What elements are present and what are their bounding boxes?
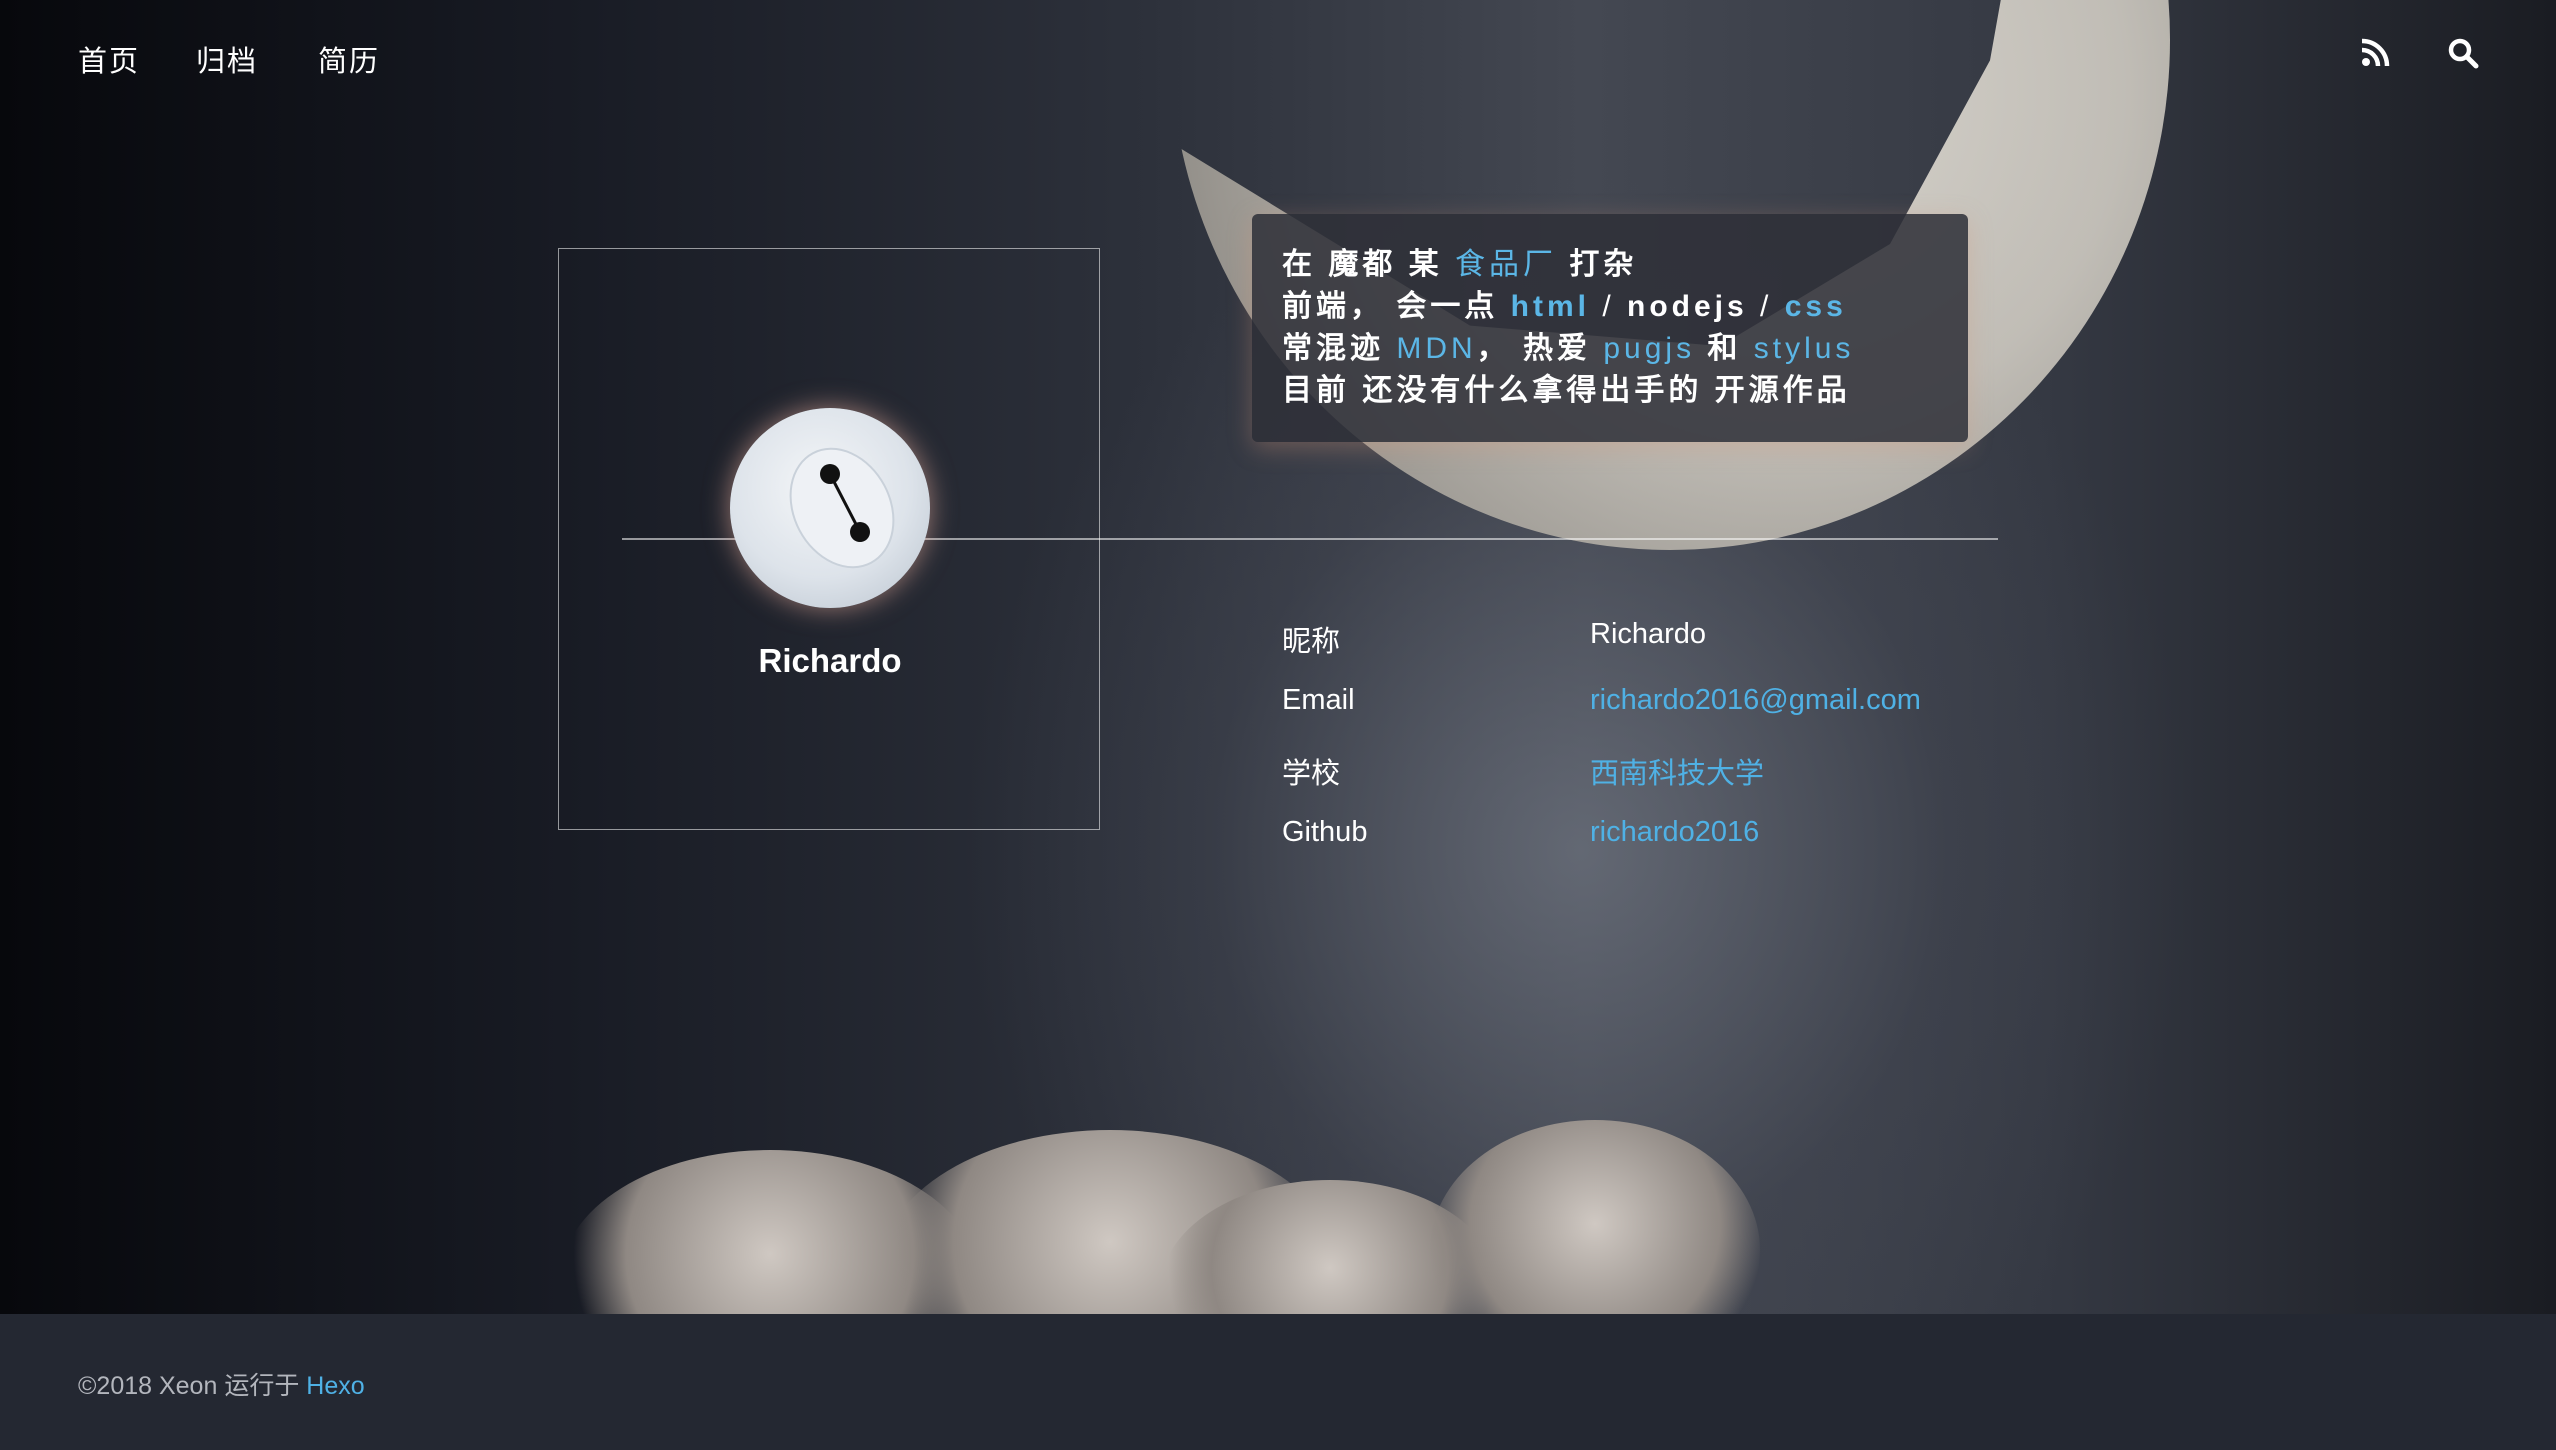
info-school-link[interactable]: 西南科技大学: [1590, 750, 1764, 792]
bio-line-2: 前端， 会一点 html / nodejs / css: [1282, 290, 1847, 323]
nav-home[interactable]: 首页: [78, 38, 140, 80]
top-nav: 首页 归档 简历: [0, 0, 2556, 120]
bio-link-stylus[interactable]: stylus: [1754, 332, 1855, 365]
footer: ©2018 Xeon 运行于 Hexo: [0, 1314, 2556, 1450]
bio-line-3: 常混迹 MDN， 热爱 pugjs 和 stylus: [1282, 332, 1855, 365]
info-label-school: 学校: [1282, 758, 1341, 790]
avatar: [730, 408, 930, 608]
info-label-github: Github: [1282, 816, 1368, 848]
hexo-link[interactable]: Hexo: [306, 1372, 364, 1400]
info-email-link[interactable]: richardo2016@gmail.com: [1590, 684, 1921, 717]
bio-link-pugjs[interactable]: pugjs: [1603, 332, 1695, 365]
profile-name: Richardo: [758, 642, 902, 679]
bio-link-food-factory[interactable]: 食品厂: [1455, 248, 1557, 281]
cloud: [1430, 1120, 1760, 1314]
baymax-icon: [789, 447, 895, 569]
info-label-email: Email: [1282, 684, 1355, 716]
background-scene: [0, 0, 2556, 1314]
nav-resume[interactable]: 简历: [318, 38, 380, 80]
bio-line-4: 目前 还没有什么拿得出手的 开源作品: [1282, 374, 1851, 407]
info-value-nickname: Richardo: [1590, 618, 1707, 650]
footer-text: ©2018 Xeon 运行于 Hexo: [78, 1372, 365, 1400]
info-github-link[interactable]: richardo2016: [1590, 816, 1759, 849]
bio-box: 在 魔都 某 食品厂 打杂 前端， 会一点 html / nodejs / cs…: [1252, 214, 1968, 442]
rss-icon[interactable]: [2358, 36, 2392, 70]
bio-link-mdn[interactable]: MDN: [1396, 332, 1476, 365]
info-label-nickname: 昵称: [1282, 626, 1341, 658]
bio-line-1: 在 魔都 某 食品厂 打杂: [1282, 248, 1638, 281]
search-icon[interactable]: [2446, 36, 2480, 70]
nav-archive[interactable]: 归档: [196, 38, 258, 80]
